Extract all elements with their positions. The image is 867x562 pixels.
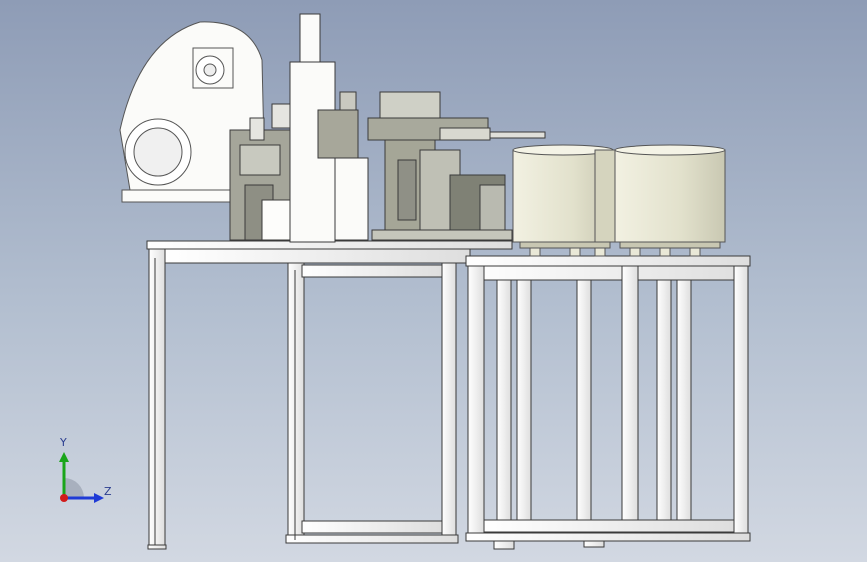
vertical-column	[289, 13, 369, 243]
y-axis-label: Y	[60, 436, 67, 449]
machine-model	[119, 13, 751, 550]
coordinate-triad-icon: Y Z	[50, 436, 120, 510]
bowl-feeder-left	[512, 144, 616, 257]
cad-viewport[interactable]: Y Z	[0, 0, 867, 562]
z-axis-label: Z	[104, 485, 112, 498]
triad-graphic	[59, 452, 104, 503]
frame-right-section	[465, 255, 751, 550]
frame-left-section	[146, 240, 513, 550]
right-tabletop	[465, 255, 751, 267]
bowl-feeder-right	[614, 144, 726, 257]
